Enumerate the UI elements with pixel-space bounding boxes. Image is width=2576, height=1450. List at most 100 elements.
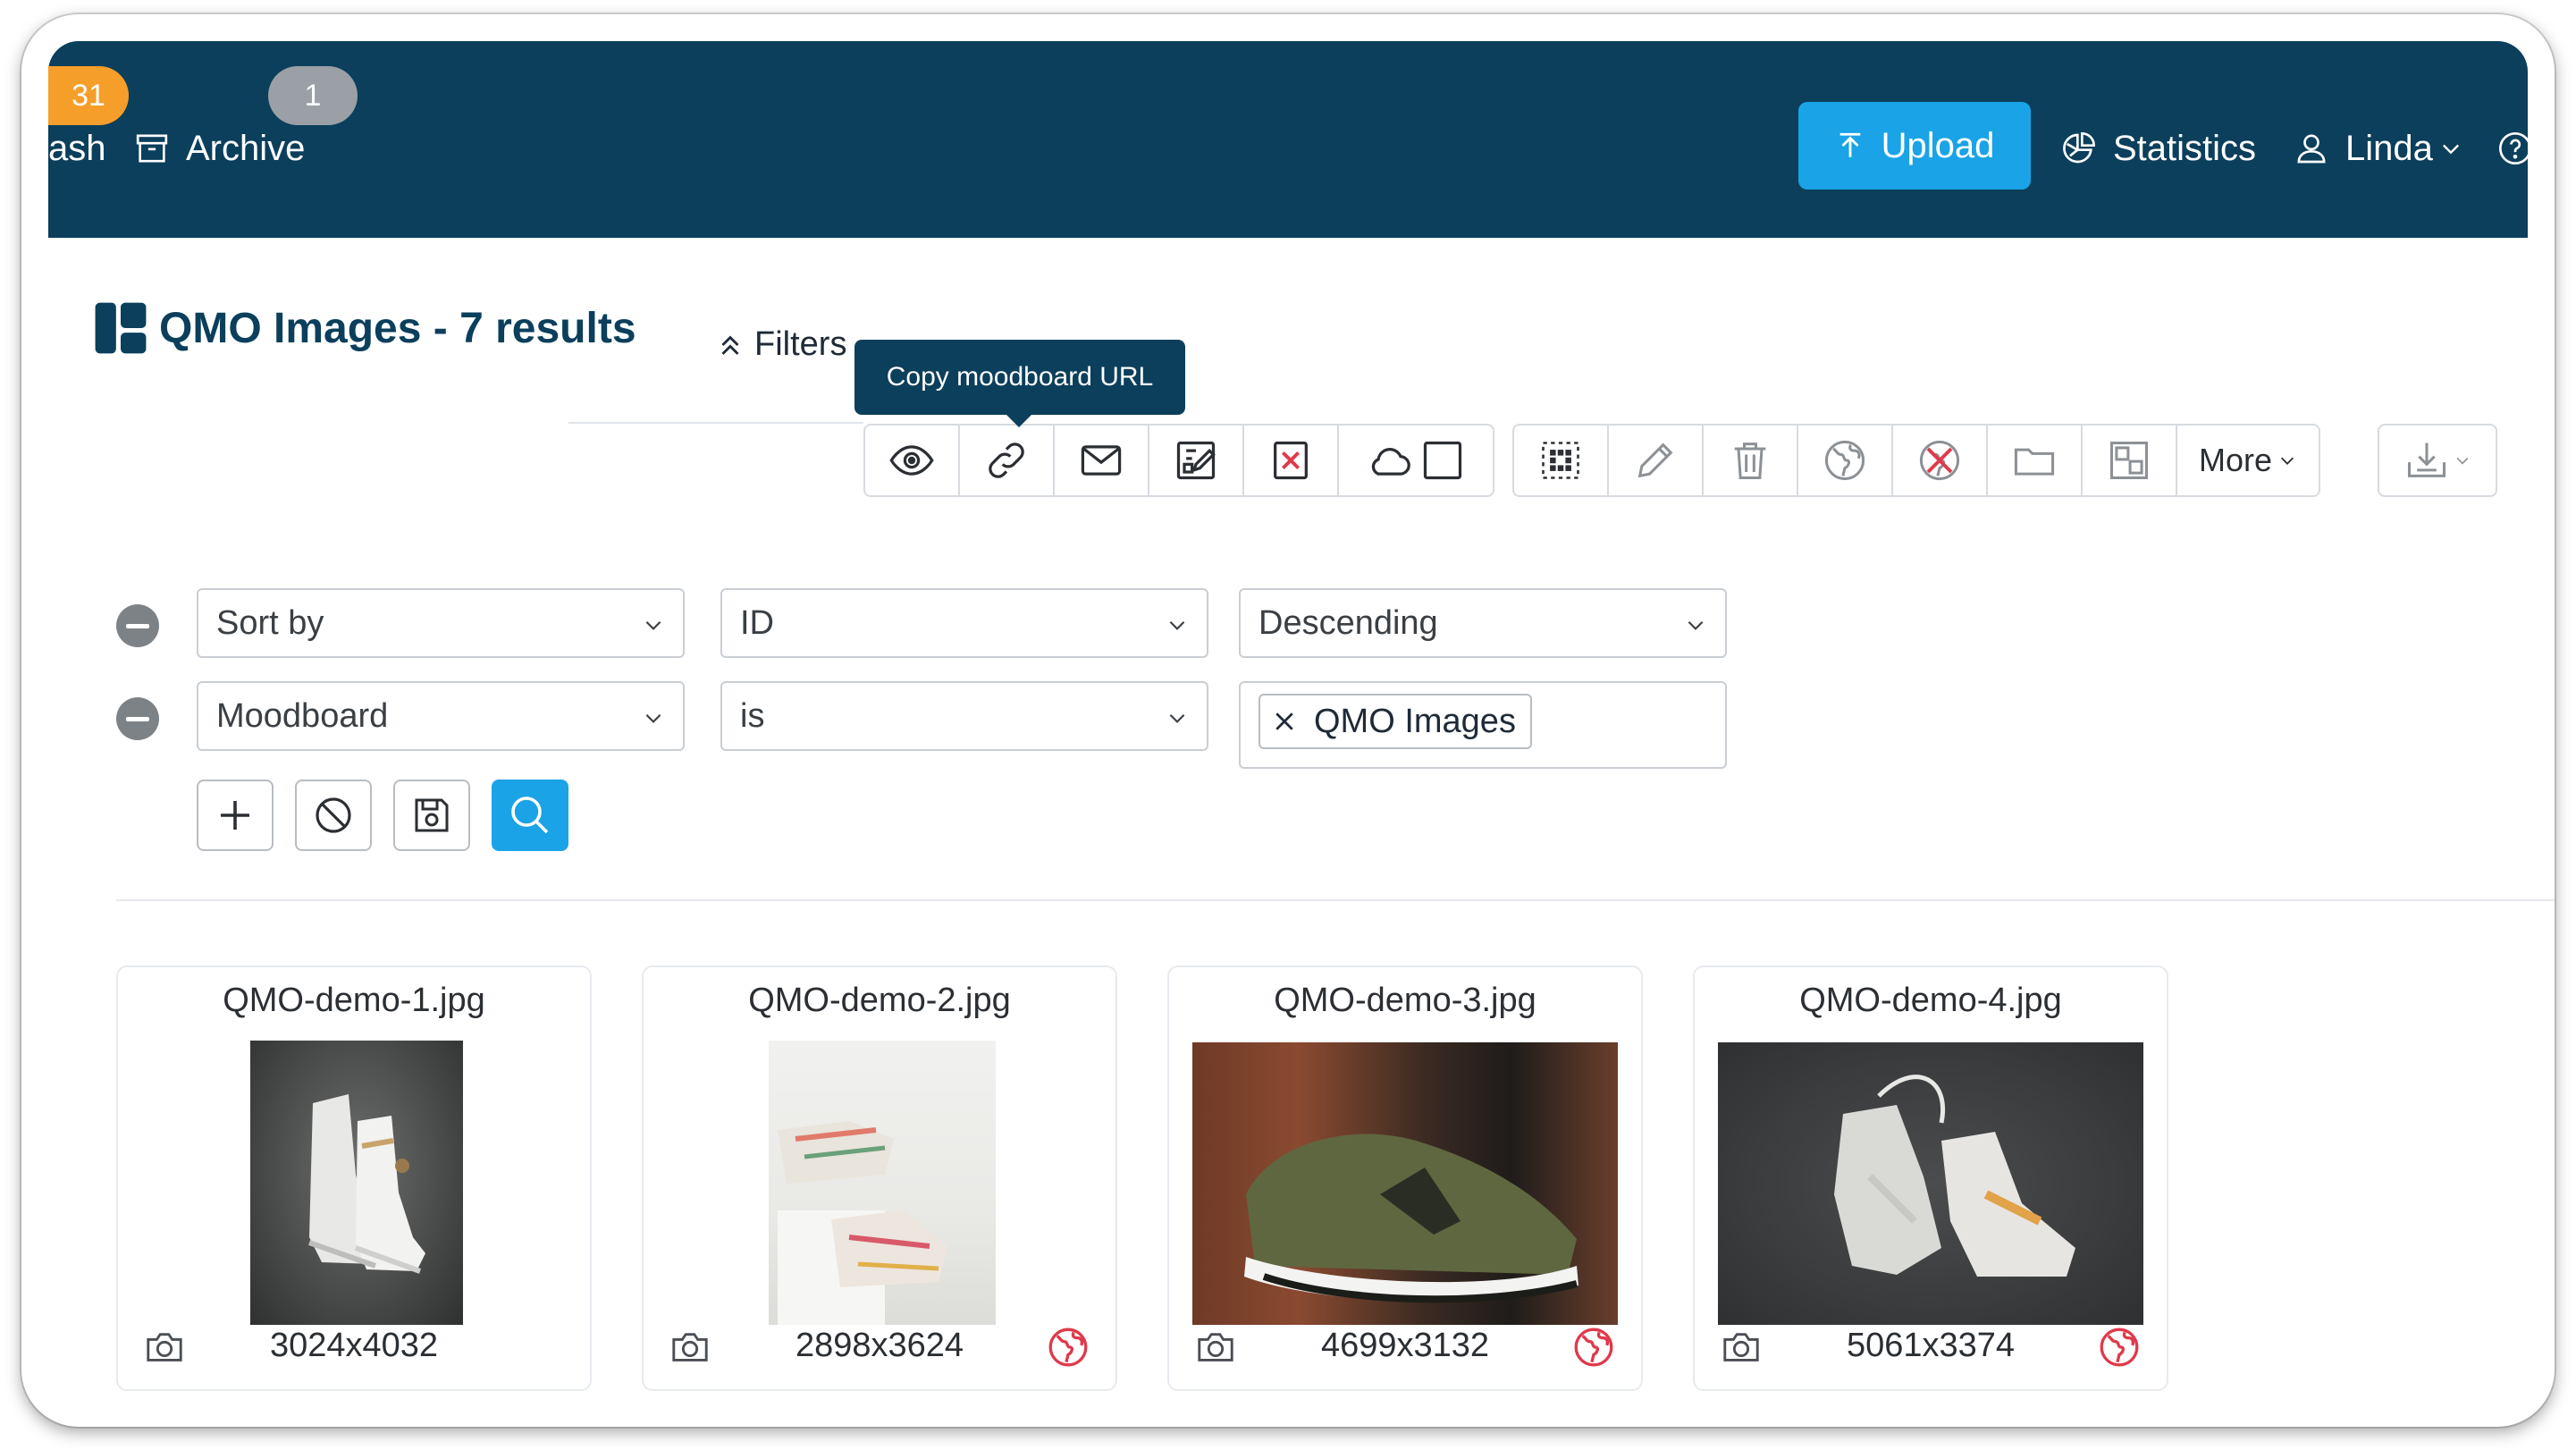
remove-sort-button[interactable] bbox=[116, 604, 159, 647]
image-dimensions: 2898x3624 bbox=[795, 1327, 964, 1364]
save-search-button[interactable] bbox=[393, 780, 470, 851]
sort-value: ID bbox=[740, 603, 774, 642]
chevron-down-icon bbox=[645, 620, 661, 630]
archive-icon bbox=[136, 134, 168, 163]
download-icon bbox=[2407, 443, 2446, 477]
ban-icon bbox=[316, 797, 351, 833]
unpublish-button[interactable] bbox=[1893, 426, 1988, 495]
chevron-down-icon bbox=[2442, 144, 2459, 155]
file-name[interactable]: QMO-demo-1.jpg bbox=[118, 982, 590, 1020]
result-card[interactable]: QMO-demo-2.jpg 2898x3624 bbox=[642, 965, 1117, 1391]
remove-filter-button[interactable] bbox=[116, 697, 159, 740]
chevron-down-icon bbox=[2280, 457, 2294, 465]
image-dimensions: 3024x4032 bbox=[269, 1327, 439, 1364]
link-icon bbox=[989, 443, 1024, 478]
email-button[interactable] bbox=[1055, 426, 1149, 495]
nav-trash[interactable]: ash bbox=[48, 123, 106, 173]
filter-operator-value: is bbox=[740, 696, 765, 735]
thumbnail-image[interactable] bbox=[769, 1041, 996, 1325]
publish-button[interactable] bbox=[1798, 426, 1893, 495]
moodboard-toolbar bbox=[863, 424, 1494, 497]
view-button[interactable] bbox=[865, 426, 960, 495]
title-divider bbox=[568, 422, 863, 424]
chevron-down-icon bbox=[2456, 457, 2469, 465]
cloud-icon bbox=[1371, 448, 1410, 476]
page-title: QMO Images - 7 results bbox=[159, 304, 636, 352]
filter-field-value: Moodboard bbox=[216, 696, 389, 735]
clear-filters-button[interactable] bbox=[295, 780, 372, 851]
chevron-down-icon bbox=[1169, 620, 1185, 630]
nav-statistics-label: Statistics bbox=[2113, 128, 2257, 168]
collage-button[interactable] bbox=[2083, 426, 2177, 495]
layout-icon bbox=[2109, 441, 2149, 480]
nav-statistics[interactable]: Statistics bbox=[2061, 123, 2256, 173]
card-footer: 2898x3624 bbox=[644, 1319, 1115, 1377]
sort-direction-select[interactable]: Descending bbox=[1239, 588, 1727, 658]
sneaker-illustration bbox=[1834, 1075, 2075, 1277]
top-header: 31 ash 1 Archive Upload Statistics Linda bbox=[48, 41, 2531, 238]
globe-off-icon bbox=[1919, 440, 1960, 481]
trash-count-badge: 31 bbox=[48, 66, 129, 125]
thumbnail-image[interactable] bbox=[1192, 1042, 1618, 1325]
result-card[interactable]: QMO-demo-1.jpg 3024x4032 bbox=[116, 965, 592, 1391]
file-name[interactable]: QMO-demo-4.jpg bbox=[1695, 982, 2167, 1020]
add-condition-button[interactable] bbox=[197, 780, 274, 851]
trash-button[interactable] bbox=[1704, 426, 1798, 495]
trash-icon bbox=[1734, 443, 1766, 480]
card-footer: 5061x3374 bbox=[1695, 1319, 2167, 1377]
select-all-button[interactable] bbox=[1514, 426, 1609, 495]
user-name: Linda bbox=[2345, 128, 2433, 168]
filter-operator-select[interactable]: is bbox=[720, 681, 1208, 751]
published-globe-icon[interactable] bbox=[1571, 1325, 1616, 1370]
thumbnail-image[interactable] bbox=[250, 1041, 463, 1325]
filter-field-select[interactable]: Moodboard bbox=[197, 681, 685, 751]
published-globe-icon[interactable] bbox=[1046, 1325, 1090, 1370]
chevron-down-icon bbox=[1169, 713, 1185, 723]
help-button[interactable] bbox=[2497, 123, 2549, 173]
tooltip-copy-url: Copy moodboard URL bbox=[854, 340, 1185, 427]
sneaker-illustration bbox=[1244, 1134, 1578, 1303]
filters-toggle[interactable]: Filters bbox=[715, 325, 846, 364]
sort-value-select[interactable]: ID bbox=[720, 588, 1208, 658]
edit-moodboard-button[interactable] bbox=[1149, 426, 1244, 495]
chevrons-up-icon bbox=[721, 334, 739, 355]
plus-icon bbox=[221, 801, 249, 830]
close-icon[interactable] bbox=[1271, 708, 1298, 735]
search-icon bbox=[511, 797, 549, 834]
card-footer: 4699x3132 bbox=[1169, 1319, 1641, 1377]
delete-moodboard-button[interactable] bbox=[1244, 426, 1339, 495]
copy-url-button[interactable] bbox=[960, 426, 1055, 495]
move-to-folder-button[interactable] bbox=[1988, 426, 2083, 495]
select-grid-icon bbox=[1542, 442, 1579, 479]
filter-value-input[interactable]: QMO Images bbox=[1239, 681, 1727, 769]
thumbnail-image[interactable] bbox=[1718, 1042, 2143, 1325]
sneaker-illustration bbox=[778, 1121, 947, 1325]
nav-archive[interactable]: Archive bbox=[134, 123, 305, 173]
more-label: More bbox=[2198, 442, 2273, 478]
sort-direction-value: Descending bbox=[1259, 603, 1438, 642]
results-divider bbox=[116, 899, 2555, 901]
more-menu-button[interactable]: More bbox=[2177, 426, 2319, 495]
edit-button[interactable] bbox=[1609, 426, 1704, 495]
search-button[interactable] bbox=[492, 780, 568, 851]
upload-button[interactable]: Upload bbox=[1798, 102, 2031, 190]
result-card[interactable]: QMO-demo-4.jpg 5061x3374 bbox=[1693, 965, 2168, 1391]
square-icon bbox=[1423, 441, 1462, 480]
result-card[interactable]: QMO-demo-3.jpg 4699x3132 bbox=[1167, 965, 1643, 1391]
pie-chart-icon bbox=[2063, 131, 2096, 164]
card-footer: 3024x4032 bbox=[118, 1319, 590, 1377]
page-title-row: QMO Images - 7 results bbox=[93, 300, 636, 356]
archive-count-badge: 1 bbox=[268, 66, 358, 125]
folder-icon bbox=[2014, 448, 2055, 476]
sneaker-illustration bbox=[308, 1094, 425, 1274]
app-window: 31 ash 1 Archive Upload Statistics Linda… bbox=[21, 14, 2555, 1427]
file-name[interactable]: QMO-demo-3.jpg bbox=[1169, 982, 1641, 1020]
file-name[interactable]: QMO-demo-2.jpg bbox=[644, 982, 1115, 1020]
filters-label: Filters bbox=[754, 325, 847, 363]
moodboard-icon bbox=[95, 302, 147, 354]
user-menu[interactable]: Linda bbox=[2294, 123, 2463, 173]
download-button[interactable] bbox=[2379, 426, 2496, 495]
cloud-share-button[interactable] bbox=[1339, 426, 1493, 495]
published-globe-icon[interactable] bbox=[2097, 1325, 2142, 1370]
sort-field-select[interactable]: Sort by bbox=[197, 588, 685, 658]
